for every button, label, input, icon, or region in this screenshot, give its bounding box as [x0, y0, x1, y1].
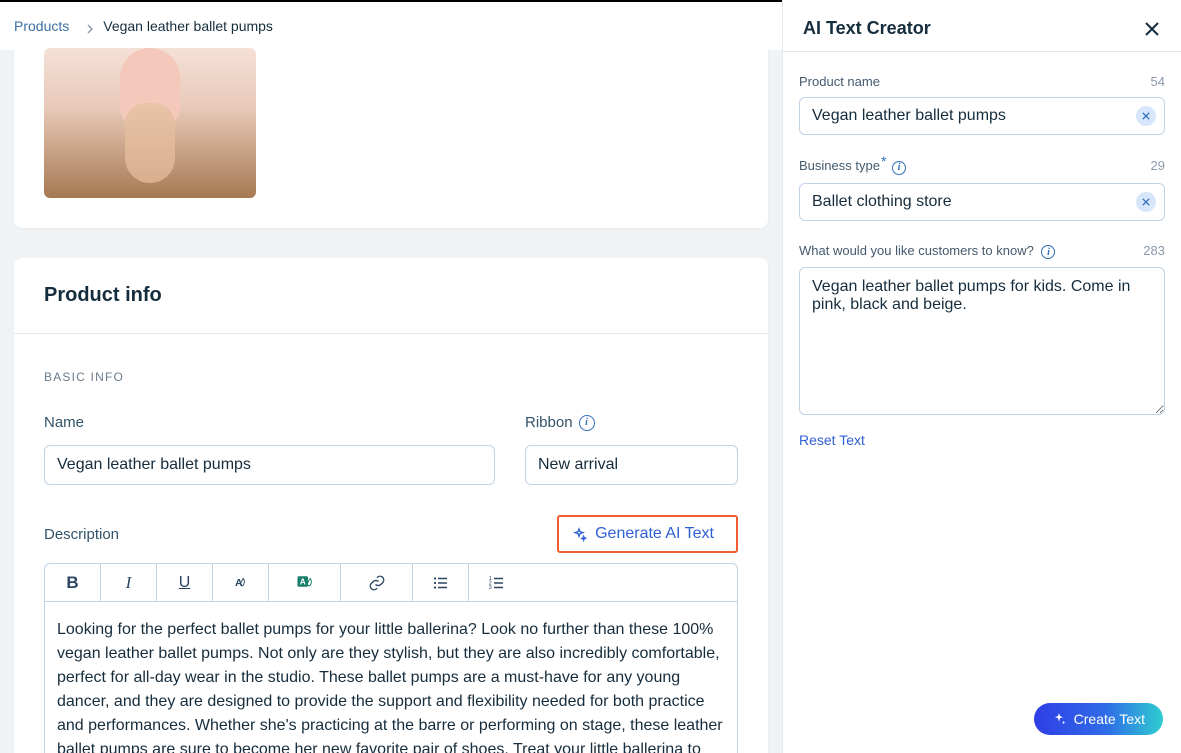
breadcrumb: Products Vegan leather ballet pumps	[0, 0, 782, 50]
text-color-button[interactable]: A	[213, 564, 269, 601]
editor-toolbar: B I U A A 123	[45, 564, 737, 602]
product-info-card: Product info BASIC INFO Name Ribbon Desc…	[14, 258, 768, 753]
ribbon-input[interactable]	[525, 445, 738, 485]
chevron-right-icon	[87, 21, 93, 31]
product-name-count: 54	[1151, 74, 1165, 89]
reset-text-link[interactable]: Reset Text	[799, 432, 865, 448]
svg-text:3: 3	[489, 585, 492, 591]
svg-text:A: A	[235, 577, 243, 589]
sparkle-icon	[571, 527, 585, 541]
clear-product-name-icon[interactable]	[1136, 106, 1156, 126]
generate-ai-text-button[interactable]: Generate AI Text	[557, 515, 738, 553]
numbered-list-button[interactable]: 123	[469, 564, 525, 601]
italic-button[interactable]: I	[101, 564, 157, 601]
business-type-count: 29	[1151, 158, 1165, 173]
ai-text-creator-panel: AI Text Creator Product name 54 Vegan le…	[782, 0, 1181, 753]
know-textarea[interactable]: Vegan leather ballet pumps for kids. Com…	[799, 267, 1165, 415]
ribbon-label: Ribbon	[525, 414, 738, 431]
breadcrumb-current: Vegan leather ballet pumps	[103, 18, 273, 34]
name-field: Name	[44, 414, 495, 485]
clear-business-type-icon[interactable]	[1136, 192, 1156, 212]
info-icon[interactable]	[892, 161, 906, 175]
basic-info-label: BASIC INFO	[14, 334, 768, 384]
business-type-input[interactable]: Ballet clothing store	[799, 183, 1165, 221]
description-body[interactable]: Looking for the perfect ballet pumps for…	[45, 602, 737, 753]
breadcrumb-root[interactable]: Products	[14, 18, 69, 34]
product-image[interactable]	[44, 48, 256, 198]
product-name-input[interactable]: Vegan leather ballet pumps	[799, 97, 1165, 135]
product-name-label: Product name	[799, 74, 880, 89]
info-icon[interactable]	[579, 415, 595, 431]
know-count: 283	[1143, 243, 1165, 258]
close-icon[interactable]	[1143, 20, 1161, 38]
info-icon[interactable]	[1041, 245, 1055, 259]
business-type-label: Business type*	[799, 157, 906, 175]
ribbon-field: Ribbon	[525, 414, 738, 485]
description-editor: B I U A A 123 Looking for the	[44, 563, 738, 753]
link-button[interactable]	[341, 564, 413, 601]
description-label: Description	[44, 526, 119, 543]
panel-title: AI Text Creator	[803, 18, 931, 39]
product-image-card	[14, 48, 768, 228]
product-info-title: Product info	[14, 258, 768, 334]
bullet-list-button[interactable]	[413, 564, 469, 601]
know-label: What would you like customers to know?	[799, 243, 1055, 260]
underline-button[interactable]: U	[157, 564, 213, 601]
highlight-button[interactable]: A	[269, 564, 341, 601]
sparkle-icon	[1052, 712, 1066, 726]
bold-button[interactable]: B	[45, 564, 101, 601]
name-input[interactable]	[44, 445, 495, 485]
create-text-button[interactable]: Create Text	[1034, 703, 1163, 735]
svg-text:A: A	[299, 577, 305, 586]
name-label: Name	[44, 414, 495, 431]
